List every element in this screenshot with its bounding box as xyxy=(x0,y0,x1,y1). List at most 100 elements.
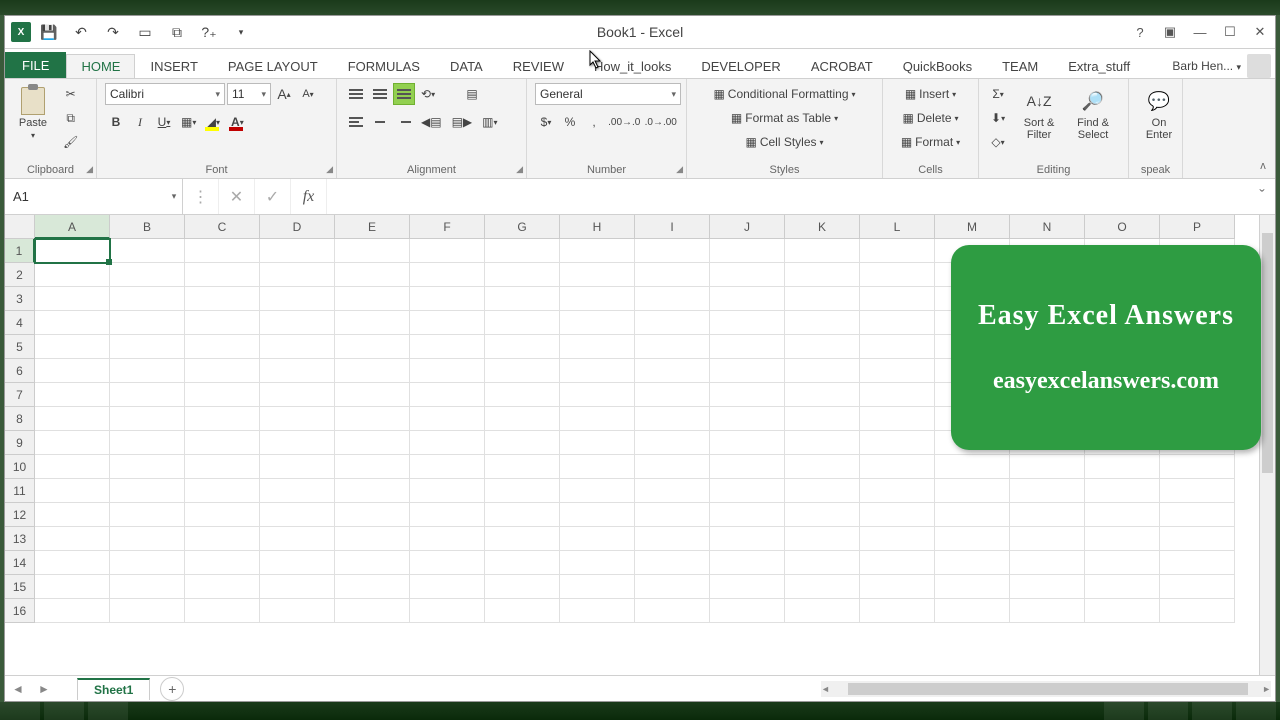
align-middle-button[interactable] xyxy=(369,83,391,105)
horizontal-scrollbar[interactable]: ◄ ► xyxy=(821,681,1271,697)
cell[interactable] xyxy=(185,503,260,527)
cell[interactable] xyxy=(710,359,785,383)
row-header[interactable]: 15 xyxy=(5,575,35,599)
copy-button[interactable]: ⧉ xyxy=(59,107,82,129)
row-header[interactable]: 6 xyxy=(5,359,35,383)
cell[interactable] xyxy=(110,575,185,599)
cell[interactable] xyxy=(410,575,485,599)
select-all-corner[interactable] xyxy=(5,215,35,239)
cell[interactable] xyxy=(560,575,635,599)
cell[interactable] xyxy=(35,455,110,479)
cell[interactable] xyxy=(260,503,335,527)
cell[interactable] xyxy=(860,455,935,479)
cell[interactable] xyxy=(785,599,860,623)
merge-center-button[interactable]: ▥▾ xyxy=(478,111,501,133)
cell[interactable] xyxy=(785,263,860,287)
tab-how-it-looks[interactable]: How_it_looks xyxy=(579,54,686,78)
column-header[interactable]: F xyxy=(410,215,485,239)
cell[interactable] xyxy=(710,335,785,359)
cancel-formula-button[interactable]: ✕ xyxy=(219,179,255,214)
cell[interactable] xyxy=(335,455,410,479)
tab-quickbooks[interactable]: QuickBooks xyxy=(888,54,987,78)
cell[interactable] xyxy=(110,431,185,455)
column-header[interactable]: O xyxy=(1085,215,1160,239)
tab-team[interactable]: TEAM xyxy=(987,54,1053,78)
cell[interactable] xyxy=(1160,455,1235,479)
cell[interactable] xyxy=(410,335,485,359)
cell[interactable] xyxy=(485,287,560,311)
cell[interactable] xyxy=(260,407,335,431)
cell[interactable] xyxy=(35,335,110,359)
number-launcher[interactable]: ◢ xyxy=(676,164,683,175)
cell[interactable] xyxy=(185,287,260,311)
cell[interactable] xyxy=(335,311,410,335)
column-header[interactable]: N xyxy=(1010,215,1085,239)
column-header[interactable]: C xyxy=(185,215,260,239)
column-header[interactable]: D xyxy=(260,215,335,239)
row-header[interactable]: 16 xyxy=(5,599,35,623)
cell[interactable] xyxy=(560,527,635,551)
align-center-button[interactable] xyxy=(369,111,391,133)
cell[interactable] xyxy=(1010,575,1085,599)
cell[interactable] xyxy=(410,431,485,455)
column-header[interactable]: K xyxy=(785,215,860,239)
cell[interactable] xyxy=(1010,455,1085,479)
cell[interactable] xyxy=(260,479,335,503)
cell[interactable] xyxy=(35,431,110,455)
cell[interactable] xyxy=(110,263,185,287)
cell[interactable] xyxy=(185,431,260,455)
cell[interactable] xyxy=(785,503,860,527)
cell[interactable] xyxy=(1085,575,1160,599)
cell[interactable] xyxy=(635,503,710,527)
shrink-font-button[interactable]: A▾ xyxy=(297,83,319,105)
column-header[interactable]: G xyxy=(485,215,560,239)
cell[interactable] xyxy=(1085,599,1160,623)
conditional-formatting-button[interactable]: ▦Conditional Formatting▾ xyxy=(695,83,874,105)
cell[interactable] xyxy=(635,359,710,383)
cell[interactable] xyxy=(935,599,1010,623)
cell[interactable] xyxy=(260,263,335,287)
cell[interactable] xyxy=(710,527,785,551)
cell[interactable] xyxy=(485,239,560,263)
cell[interactable] xyxy=(260,359,335,383)
cell[interactable] xyxy=(410,407,485,431)
name-box[interactable]: A1 ▾ xyxy=(5,179,183,214)
cell[interactable] xyxy=(785,383,860,407)
cell[interactable] xyxy=(485,335,560,359)
cell[interactable] xyxy=(935,551,1010,575)
cell[interactable] xyxy=(485,503,560,527)
font-launcher[interactable]: ◢ xyxy=(326,164,333,175)
cell[interactable] xyxy=(1010,479,1085,503)
row-header[interactable]: 10 xyxy=(5,455,35,479)
tab-file[interactable]: FILE xyxy=(5,52,66,78)
cell[interactable] xyxy=(635,239,710,263)
cell[interactable] xyxy=(185,239,260,263)
cell[interactable] xyxy=(110,407,185,431)
undo-button[interactable]: ↶ xyxy=(67,19,95,45)
cell[interactable] xyxy=(485,479,560,503)
cell[interactable] xyxy=(485,311,560,335)
cell[interactable] xyxy=(35,527,110,551)
cell[interactable] xyxy=(335,383,410,407)
sort-filter-button[interactable]: A↓Z Sort & Filter xyxy=(1015,83,1063,145)
sheet-nav-next[interactable]: ► xyxy=(31,682,57,696)
cell[interactable] xyxy=(635,287,710,311)
cell[interactable] xyxy=(635,335,710,359)
cell[interactable] xyxy=(860,407,935,431)
cut-button[interactable]: ✂ xyxy=(59,83,82,105)
cell[interactable] xyxy=(110,287,185,311)
cell[interactable] xyxy=(635,383,710,407)
row-header[interactable]: 1 xyxy=(5,239,35,263)
cell[interactable] xyxy=(710,551,785,575)
cell[interactable] xyxy=(35,383,110,407)
font-color-button[interactable]: A▾ xyxy=(226,111,248,133)
cell[interactable] xyxy=(35,359,110,383)
on-enter-button[interactable]: 💬 On Enter xyxy=(1137,83,1181,145)
cell[interactable] xyxy=(485,527,560,551)
wrap-text-button[interactable]: ▤ xyxy=(461,83,483,105)
insert-function-button[interactable]: fx xyxy=(291,179,327,214)
autosum-button[interactable]: Σ▾ xyxy=(987,83,1009,105)
format-cells-button[interactable]: ▦Format▾ xyxy=(891,131,970,153)
cell[interactable] xyxy=(1085,455,1160,479)
cell[interactable] xyxy=(785,311,860,335)
